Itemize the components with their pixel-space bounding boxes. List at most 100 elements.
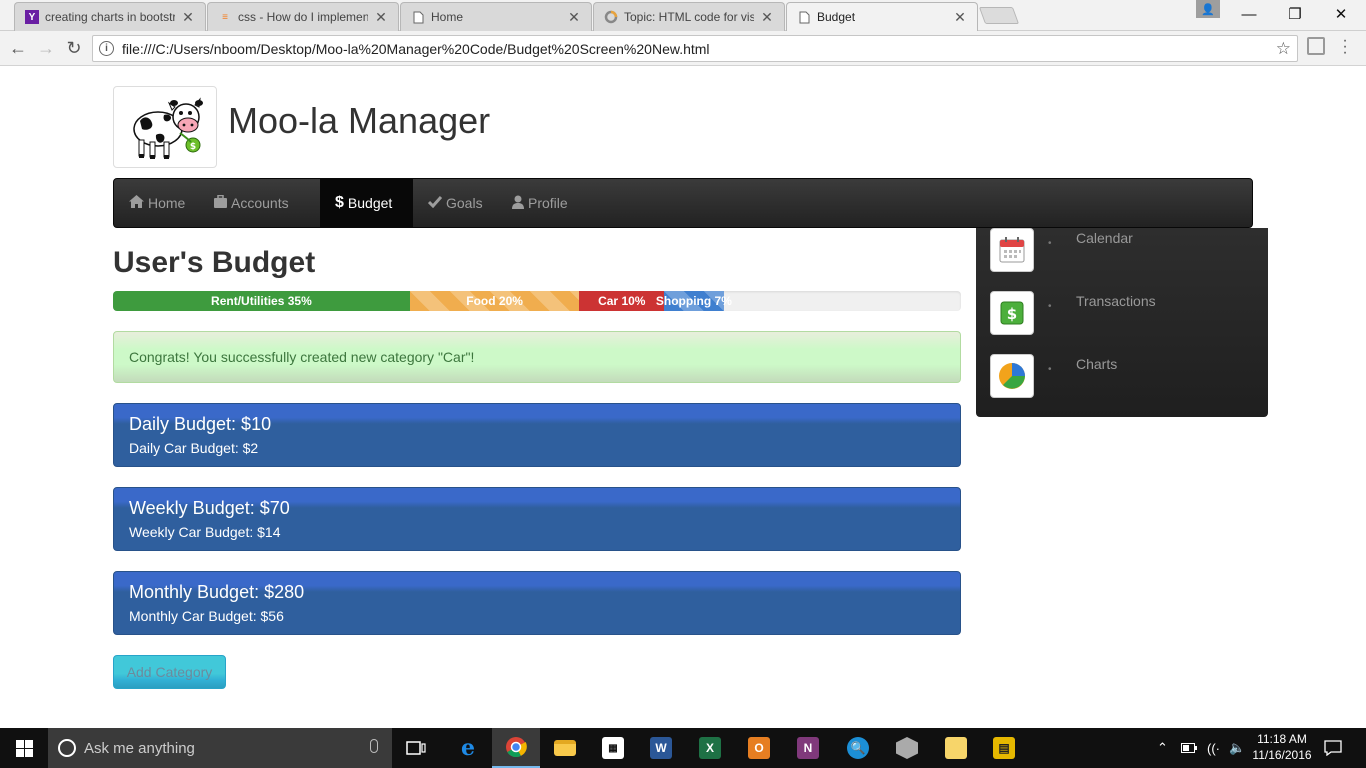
side-item-transactions[interactable]: $ • Transactions xyxy=(976,291,1268,354)
cortana-search-box[interactable]: Ask me anything xyxy=(48,728,392,768)
yahoo-icon: Y xyxy=(25,10,39,24)
tab-title: Topic: HTML code for visi xyxy=(624,10,754,24)
close-tab-icon[interactable]: ✕ xyxy=(567,9,581,26)
budget-progress-bar: Rent/Utilities 35% Food 20% Car 10% Shop… xyxy=(113,291,961,311)
tab-title: Home xyxy=(431,10,464,24)
bullet-icon: • xyxy=(1048,301,1052,312)
action-center-icon[interactable] xyxy=(1324,728,1342,768)
nav-accounts[interactable]: Accounts xyxy=(214,179,289,227)
address-bar[interactable]: i file:///C:/Users/nboom/Desktop/Moo-la%… xyxy=(92,35,1298,62)
nav-budget[interactable]: $ Budget xyxy=(320,179,413,227)
budget-title: Monthly Budget: $280 xyxy=(129,582,305,602)
microphone-icon[interactable] xyxy=(370,739,378,753)
progress-segment-shopping: Shopping 7% xyxy=(656,291,732,311)
budget-subtitle: Weekly Car Budget: $14 xyxy=(129,524,281,540)
tab-title: css - How do I implemen xyxy=(238,10,368,24)
bookmark-star-icon[interactable]: ☆ xyxy=(1276,39,1291,59)
progress-segment-car: Car 10% xyxy=(579,291,665,311)
app-cube-icon[interactable] xyxy=(883,728,931,768)
close-tab-icon[interactable]: ✕ xyxy=(374,9,388,26)
nav-goals-label: Goals xyxy=(446,195,483,211)
svg-text:$: $ xyxy=(1007,305,1017,323)
progress-segment-food: Food 20% xyxy=(409,291,580,311)
nav-accounts-label: Accounts xyxy=(231,195,289,211)
browser-tab-active[interactable]: Budget ✕ xyxy=(786,2,978,31)
excel-icon[interactable]: X xyxy=(686,728,734,768)
extension-icon[interactable] xyxy=(1307,37,1325,55)
outlook-icon[interactable]: O xyxy=(735,728,783,768)
task-view-icon[interactable] xyxy=(392,728,440,768)
cortana-icon xyxy=(58,739,76,757)
app-yellow-icon[interactable]: ▤ xyxy=(980,728,1028,768)
nav-goals[interactable]: Goals xyxy=(427,179,483,227)
show-hidden-icons[interactable]: ⌃ xyxy=(1157,728,1168,768)
battery-icon[interactable] xyxy=(1181,728,1197,768)
briefcase-icon xyxy=(214,194,227,211)
page-icon xyxy=(411,10,425,24)
pie-chart-icon xyxy=(990,354,1034,398)
user-icon xyxy=(512,195,524,212)
profile-icon[interactable]: 👤 xyxy=(1196,0,1220,18)
success-alert: Congrats! You successfully created new c… xyxy=(113,331,961,383)
wifi-icon[interactable]: ((· xyxy=(1207,728,1220,768)
close-window-icon[interactable]: ✕ xyxy=(1318,0,1364,28)
weekly-budget-panel: Weekly Budget: $70 Weekly Car Budget: $1… xyxy=(113,487,961,551)
add-category-button[interactable]: Add Category xyxy=(113,655,226,689)
system-clock[interactable]: 11:18 AM 11/16/2016 xyxy=(1246,731,1318,763)
chrome-icon[interactable] xyxy=(492,728,540,768)
search-placeholder: Ask me anything xyxy=(84,739,195,757)
nav-profile[interactable]: Profile xyxy=(512,179,568,227)
browser-tab[interactable]: ≡ css - How do I implemen ✕ xyxy=(207,2,399,31)
url-text: file:///C:/Users/nboom/Desktop/Moo-la%20… xyxy=(122,40,710,57)
app-title: Moo-la Manager xyxy=(228,100,491,141)
side-item-charts[interactable]: • Charts xyxy=(976,354,1268,417)
nav-profile-label: Profile xyxy=(528,195,568,211)
browser-toolbar: ← → ↻ i file:///C:/Users/nboom/Desktop/M… xyxy=(0,31,1366,66)
reload-icon[interactable]: ↻ xyxy=(62,36,86,60)
side-item-calendar[interactable]: • Calendar xyxy=(976,228,1268,291)
close-tab-icon[interactable]: ✕ xyxy=(181,9,195,26)
close-tab-icon[interactable]: ✕ xyxy=(760,9,774,26)
side-item-label: Calendar xyxy=(1076,230,1133,246)
browser-tab[interactable]: Home ✕ xyxy=(400,2,592,31)
new-tab-button[interactable] xyxy=(978,7,1020,24)
main-navbar: Home Accounts $ Budget Goals Profile xyxy=(113,178,1253,228)
alert-message: Congrats! You successfully created new c… xyxy=(129,349,475,365)
info-icon[interactable]: i xyxy=(99,41,114,56)
store-icon[interactable]: ▦ xyxy=(589,728,637,768)
clock-date: 11/16/2016 xyxy=(1252,748,1312,762)
onenote-icon[interactable]: N xyxy=(784,728,832,768)
browser-menu-icon[interactable]: · · · xyxy=(1340,33,1350,61)
bullet-icon: • xyxy=(1048,238,1052,249)
app-logo[interactable]: $ xyxy=(113,86,217,168)
windows-start-icon[interactable] xyxy=(0,728,48,768)
daily-budget-panel: Daily Budget: $10 Daily Car Budget: $2 xyxy=(113,403,961,467)
edge-icon[interactable]: e xyxy=(444,728,492,768)
browser-tab[interactable]: Y creating charts in bootstr ✕ xyxy=(14,2,206,31)
back-icon[interactable]: ← xyxy=(6,36,30,60)
close-tab-icon[interactable]: ✕ xyxy=(953,9,967,26)
svg-text:$: $ xyxy=(190,142,196,152)
file-explorer-icon[interactable] xyxy=(541,728,589,768)
tab-title: Budget xyxy=(817,10,856,24)
sticky-notes-icon[interactable] xyxy=(932,728,980,768)
nav-home-label: Home xyxy=(148,195,186,211)
browser-tab[interactable]: Topic: HTML code for visi ✕ xyxy=(593,2,785,31)
monthly-budget-panel: Monthly Budget: $280 Monthly Car Budget:… xyxy=(113,571,961,635)
minimize-icon[interactable]: — xyxy=(1226,0,1272,28)
volume-icon[interactable]: 🔈 xyxy=(1229,728,1245,768)
budget-subtitle: Daily Car Budget: $2 xyxy=(129,440,259,456)
browser-tab-strip: Y creating charts in bootstr ✕ ≡ css - H… xyxy=(0,0,1366,31)
side-item-label: Transactions xyxy=(1076,293,1156,309)
windows-taskbar: Ask me anything e ▦ W X O N 🔍 ▤ ⌃ ((· 🔈 … xyxy=(0,728,1366,768)
dollar-icon: $ xyxy=(335,194,344,211)
restore-icon[interactable]: ❐ xyxy=(1272,0,1318,28)
nav-home[interactable]: Home xyxy=(129,179,185,227)
page-icon xyxy=(797,10,811,24)
word-icon[interactable]: W xyxy=(637,728,685,768)
budget-subtitle: Monthly Car Budget: $56 xyxy=(129,608,284,624)
page-title: User's Budget xyxy=(113,246,316,279)
forward-icon[interactable]: → xyxy=(34,36,58,60)
budget-title: Daily Budget: $10 xyxy=(129,414,272,434)
magnifier-icon[interactable]: 🔍 xyxy=(834,728,882,768)
